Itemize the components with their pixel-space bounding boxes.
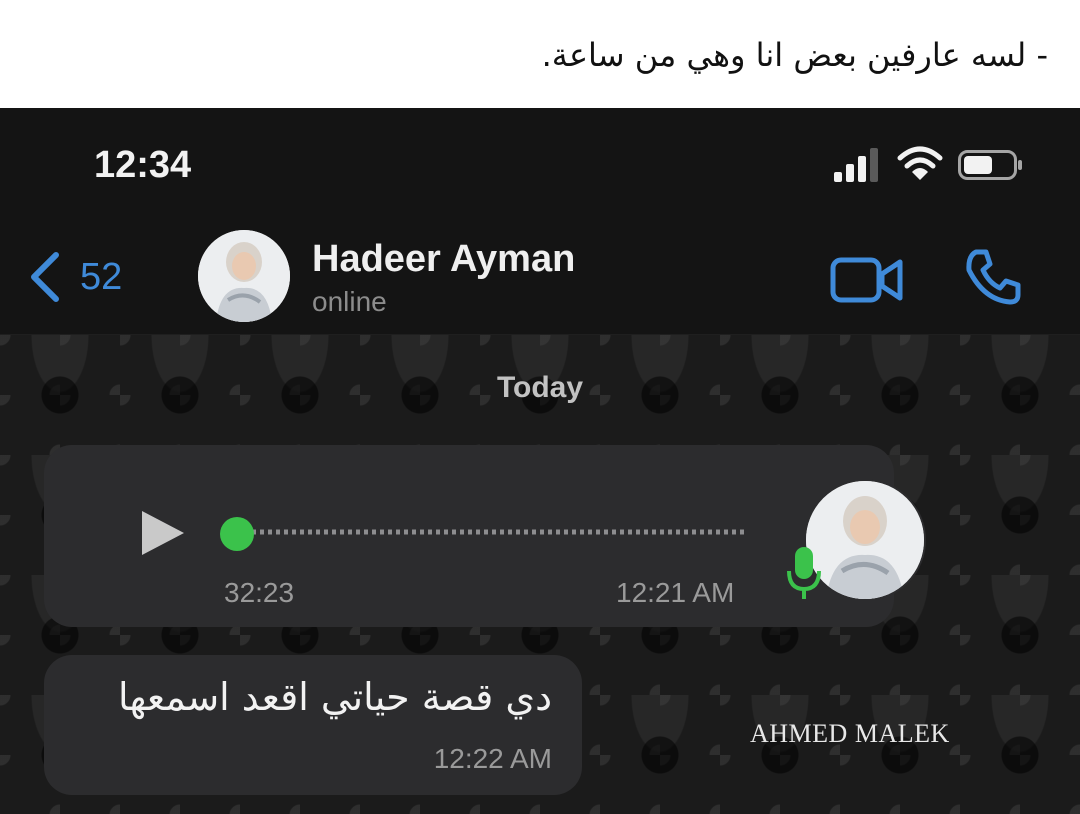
signal-icon <box>834 148 878 182</box>
status-bar: 12:34 <box>0 108 1080 218</box>
chevron-left-icon <box>31 252 59 302</box>
voice-sender-avatar <box>804 479 926 601</box>
chat-header: 52 Hadeer Ayman online <box>0 218 1080 335</box>
caption-area: - لسه عارفين بعض انا وهي من ساعة. <box>0 0 1080 108</box>
sender-photo <box>806 481 924 599</box>
voice-waveform[interactable] <box>224 519 754 545</box>
status-time: 12:34 <box>94 144 192 186</box>
contact-photo <box>198 230 290 322</box>
voice-duration: 32:23 <box>224 577 295 608</box>
voice-timestamp: 12:21 AM <box>616 577 735 608</box>
watermark-text: AHMED MALEK <box>750 719 950 748</box>
microphone-icon <box>787 547 821 599</box>
chat-area[interactable]: Today 32:23 12:21 AM دي قصة حياتي اقعد ا… <box>0 335 1080 814</box>
contact-name[interactable]: Hadeer Ayman <box>312 238 575 281</box>
date-separator: Today <box>496 371 584 404</box>
voice-message-bubble[interactable]: 32:23 12:21 AM <box>44 445 926 627</box>
phone-icon[interactable] <box>962 246 1024 308</box>
playback-scrubber[interactable] <box>220 517 254 551</box>
message-text: دي قصة حياتي اقعد اسمعها <box>117 675 552 719</box>
text-message-bubble[interactable]: دي قصة حياتي اقعد اسمعها 12:22 AM <box>44 655 582 795</box>
video-call-icon[interactable] <box>830 254 904 306</box>
wifi-icon <box>897 146 943 180</box>
back-button[interactable]: 52 <box>28 244 158 310</box>
play-icon[interactable] <box>140 509 186 557</box>
battery-icon <box>958 150 1022 180</box>
message-timestamp: 12:22 AM <box>433 743 552 774</box>
phone-screen: 12:34 52 Hadeer Ayman online Today 32:23… <box>0 108 1080 814</box>
unread-count: 52 <box>80 255 123 298</box>
caption-text: - لسه عارفين بعض انا وهي من ساعة. <box>541 36 1048 74</box>
contact-status: online <box>312 286 387 317</box>
avatar[interactable] <box>198 230 290 322</box>
